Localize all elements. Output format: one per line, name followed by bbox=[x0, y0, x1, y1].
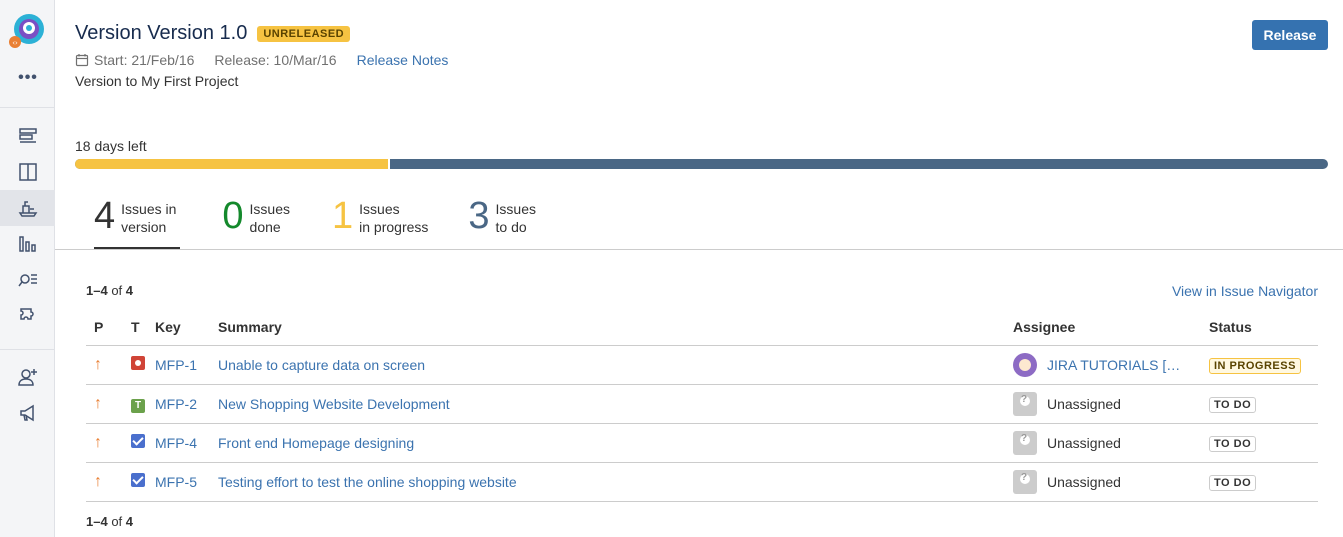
issues-icon[interactable] bbox=[0, 262, 55, 298]
assignee-name: Unassigned bbox=[1047, 395, 1121, 412]
stat-issues-in-version[interactable]: 4 Issues in version bbox=[94, 195, 181, 250]
stats-divider bbox=[55, 249, 1343, 250]
release-date: Release: 10/Mar/16 bbox=[214, 52, 337, 68]
column-header-key: Key bbox=[155, 309, 218, 346]
status-badge: TO DO bbox=[1209, 435, 1257, 452]
components-icon[interactable] bbox=[0, 298, 55, 334]
status-badge: TO DO bbox=[1209, 396, 1257, 413]
version-dates: Start: 21/Feb/16 Release: 10/Mar/16 Rele… bbox=[75, 52, 448, 68]
table-row[interactable]: ↑ MFP-1 Unable to capture data on screen… bbox=[86, 345, 1318, 385]
stat-number: 1 bbox=[332, 195, 354, 237]
bug-icon bbox=[131, 356, 145, 370]
issue-summary-link[interactable]: Testing effort to test the online shoppi… bbox=[218, 474, 517, 490]
feedback-icon[interactable] bbox=[0, 395, 55, 431]
issue-key-link[interactable]: MFP-5 bbox=[155, 474, 197, 490]
results-count-bottom: 1–4 of 4 bbox=[86, 514, 134, 529]
results-count: 1–4 of 4 bbox=[86, 283, 134, 298]
issue-key-link[interactable]: MFP-4 bbox=[155, 435, 197, 451]
version-progress-bar bbox=[75, 159, 1328, 169]
stat-number: 0 bbox=[222, 195, 244, 237]
priority-major-icon: ↑ bbox=[94, 472, 102, 490]
issue-key-link[interactable]: MFP-2 bbox=[155, 396, 197, 412]
stat-issues-done[interactable]: 0 Issues done bbox=[222, 196, 290, 250]
version-header: Version Version 1.0 UNRELEASED bbox=[75, 22, 351, 45]
more-icon[interactable]: ••• bbox=[14, 66, 42, 90]
sidebar: ‹› ••• bbox=[0, 0, 55, 537]
days-left: 18 days left bbox=[75, 138, 147, 154]
stat-number: 4 bbox=[94, 195, 116, 237]
avatar bbox=[1013, 352, 1037, 377]
priority-major-icon: ↑ bbox=[94, 355, 102, 373]
progress-gap bbox=[388, 159, 391, 169]
story-check-icon bbox=[131, 473, 145, 487]
version-description: Version to My First Project bbox=[75, 73, 239, 89]
page-title: Version Version 1.0 bbox=[75, 22, 248, 44]
story-check-icon bbox=[131, 434, 145, 448]
stat-label: Issues to do bbox=[495, 201, 537, 235]
table-row[interactable]: ↑ MFP-4 Front end Homepage designing Una… bbox=[86, 423, 1318, 463]
sidebar-divider bbox=[0, 349, 55, 350]
assignee-name: Unassigned bbox=[1047, 434, 1121, 451]
stat-number: 3 bbox=[468, 195, 490, 237]
column-header-assignee: Assignee bbox=[1013, 309, 1209, 346]
table-header-row: P T Key Summary Assignee Status bbox=[86, 309, 1318, 346]
task-icon: T bbox=[131, 398, 145, 413]
release-button[interactable]: Release bbox=[1252, 20, 1328, 50]
table-row[interactable]: ↑ T MFP-2 New Shopping Website Developme… bbox=[86, 384, 1318, 424]
svg-text:‹›: ‹› bbox=[12, 39, 18, 47]
status-badge: IN PROGRESS bbox=[1209, 357, 1301, 374]
avatar bbox=[1013, 391, 1037, 416]
column-header-priority: P bbox=[86, 309, 119, 346]
releases-icon[interactable] bbox=[0, 190, 55, 226]
view-in-issue-navigator-link[interactable]: View in Issue Navigator bbox=[1172, 283, 1318, 299]
calendar-icon bbox=[75, 54, 89, 67]
column-header-type: T bbox=[119, 309, 155, 346]
assignee-name: Unassigned bbox=[1047, 473, 1121, 490]
status-badge: TO DO bbox=[1209, 474, 1257, 491]
unreleased-badge: UNRELEASED bbox=[257, 25, 351, 42]
stat-label: Issues in version bbox=[121, 201, 177, 235]
stat-issues-to-do[interactable]: 3 Issues to do bbox=[468, 196, 536, 250]
table-row[interactable]: ↑ MFP-5 Testing effort to test the onlin… bbox=[86, 462, 1318, 502]
issue-summary-link[interactable]: Unable to capture data on screen bbox=[218, 357, 425, 373]
priority-major-icon: ↑ bbox=[94, 394, 102, 412]
stat-label: Issues in progress bbox=[359, 201, 429, 235]
column-header-summary: Summary bbox=[218, 309, 1013, 346]
priority-major-icon: ↑ bbox=[94, 433, 102, 451]
stat-issues-in-progress[interactable]: 1 Issues in progress bbox=[332, 196, 428, 250]
stat-label: Issues done bbox=[249, 201, 290, 235]
assignee-link[interactable]: JIRA TUTORIALS [… bbox=[1047, 357, 1180, 373]
sidebar-divider bbox=[0, 107, 55, 108]
avatar bbox=[1013, 469, 1037, 494]
release-notes-link[interactable]: Release Notes bbox=[357, 52, 449, 68]
backlog-icon[interactable] bbox=[0, 118, 55, 154]
column-header-status: Status bbox=[1209, 309, 1318, 346]
issue-summary-link[interactable]: Front end Homepage designing bbox=[218, 435, 414, 451]
start-date: Start: 21/Feb/16 bbox=[94, 52, 195, 68]
reports-icon[interactable] bbox=[0, 226, 55, 262]
issue-summary-link[interactable]: New Shopping Website Development bbox=[218, 396, 450, 412]
board-icon[interactable] bbox=[0, 154, 55, 190]
issues-table: P T Key Summary Assignee Status ↑ MFP-1 … bbox=[86, 309, 1318, 502]
progress-fill bbox=[75, 159, 389, 169]
issue-key-link[interactable]: MFP-1 bbox=[155, 357, 197, 373]
project-avatar-icon[interactable]: ‹› bbox=[9, 13, 45, 49]
avatar bbox=[1013, 430, 1037, 455]
issue-stats: 4 Issues in version 0 Issues done 1 Issues… bbox=[94, 196, 576, 250]
add-people-icon[interactable] bbox=[0, 359, 55, 395]
